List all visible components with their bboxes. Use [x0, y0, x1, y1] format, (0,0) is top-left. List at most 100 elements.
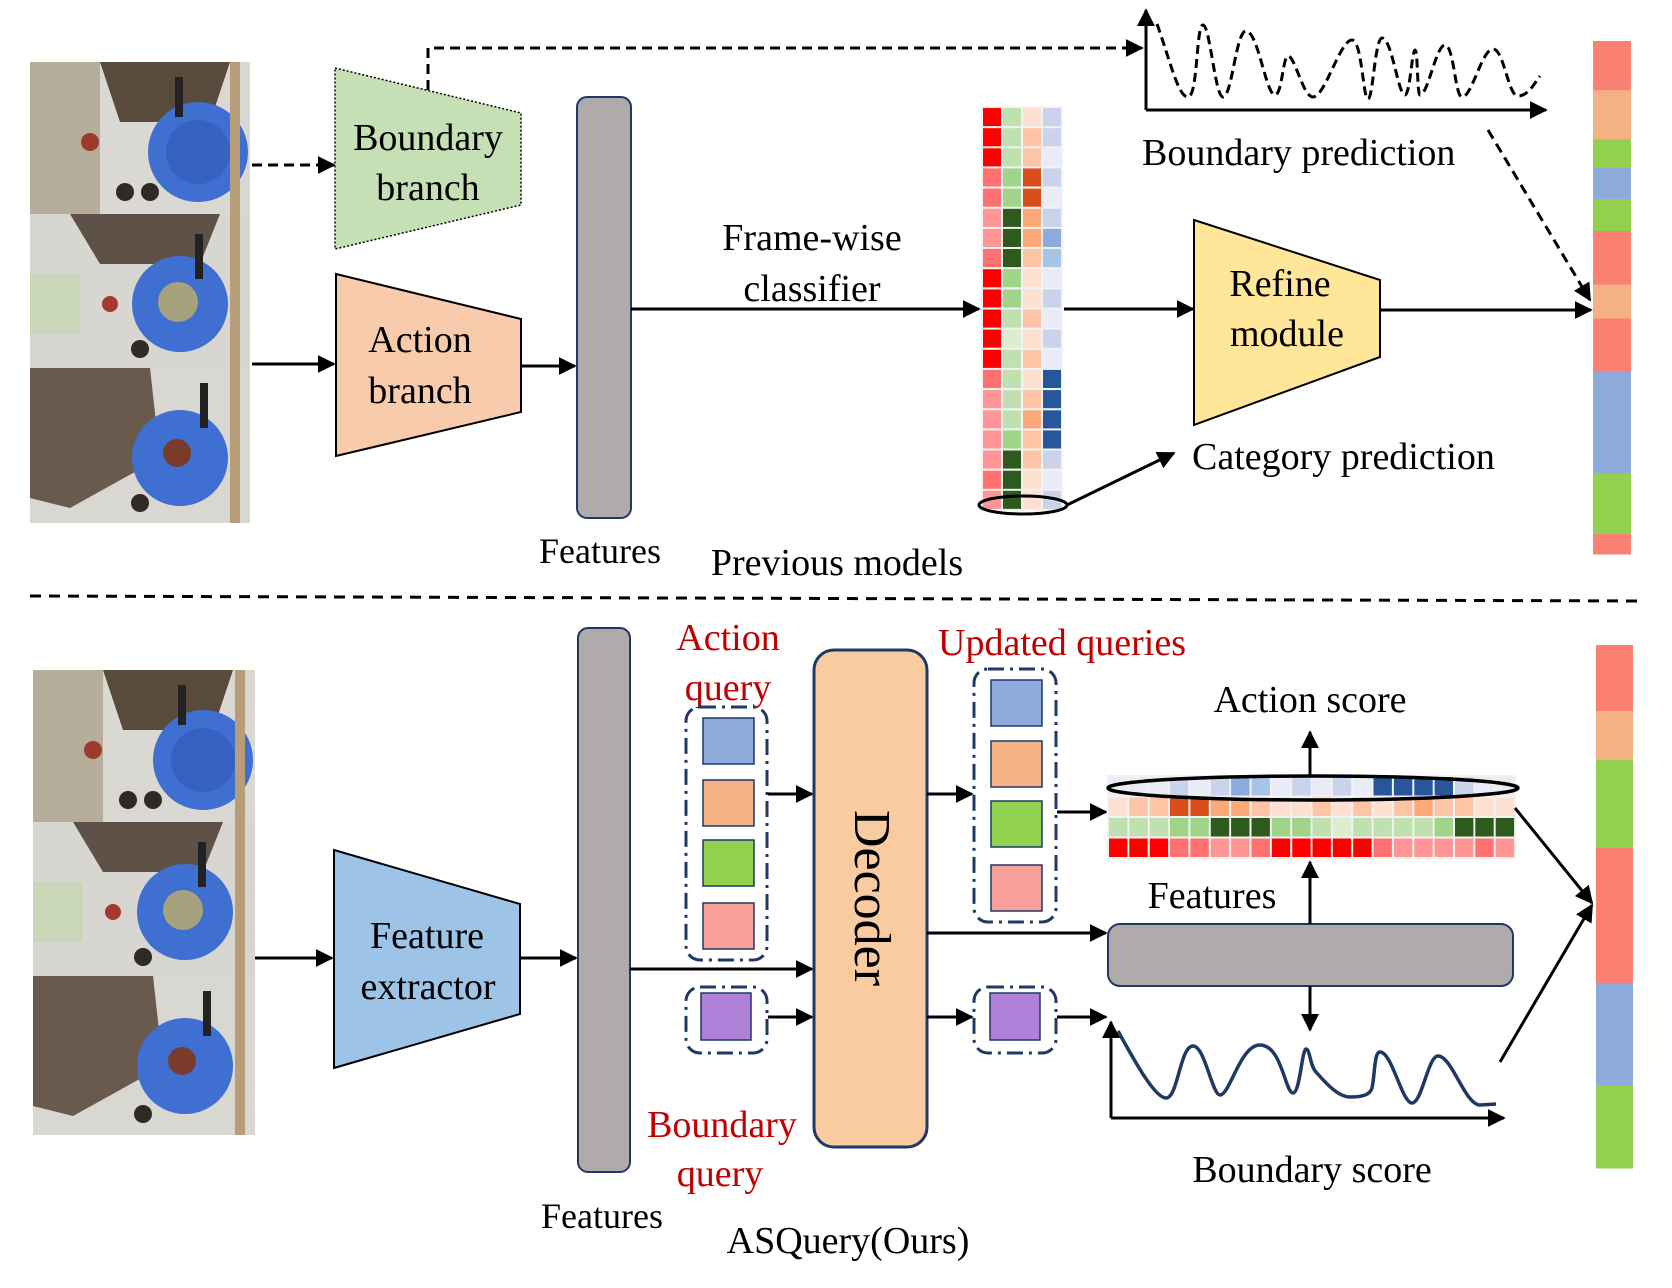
action-query-label-1: Action — [676, 617, 779, 659]
heatmap-cell — [1003, 309, 1021, 328]
heatmap-cell — [1023, 390, 1041, 409]
heatmap-cell — [1003, 490, 1021, 509]
heatmap-cell — [1003, 390, 1021, 409]
heatmap-cell — [1353, 838, 1372, 857]
heatmap-cell — [1003, 410, 1021, 429]
classifier-label-2: classifier — [743, 268, 881, 310]
heatmap-cell — [983, 228, 1001, 247]
heatmap-cell — [1023, 329, 1041, 348]
heatmap-cell — [1271, 777, 1291, 796]
segment-red — [1593, 231, 1631, 286]
segment-red — [1593, 534, 1631, 555]
heatmap-cell — [1455, 838, 1474, 857]
segmentation-result-bar-top — [1593, 41, 1631, 555]
heatmap-cell — [1023, 470, 1041, 489]
updated-query-square — [990, 679, 1043, 727]
features-bar-bottom — [577, 627, 631, 1173]
heatmap-cell — [1043, 410, 1061, 429]
feature-extractor-block — [333, 848, 521, 1070]
heatmap-cell — [1003, 228, 1021, 247]
heatmap-cell — [1109, 818, 1128, 837]
updated-query-square — [990, 864, 1043, 912]
action-query-square — [702, 839, 755, 887]
heatmap-cell — [983, 128, 1001, 147]
boundary-score-graph — [1102, 1020, 1506, 1127]
heatmap-cell — [1043, 309, 1061, 328]
heatmap-cell — [1043, 470, 1061, 489]
boundary-score-label: Boundary score — [1192, 1149, 1432, 1191]
heatmap-cell — [1170, 838, 1189, 857]
segment-green — [1593, 472, 1631, 535]
heatmap-cell — [1393, 838, 1413, 857]
heatmap-cell — [1393, 818, 1413, 837]
segment-red — [1596, 645, 1633, 712]
segment-red — [1593, 41, 1631, 91]
heatmap-cell — [1414, 838, 1433, 857]
refine-module-label-1: Refine — [1229, 263, 1330, 305]
action-branch-block — [335, 272, 522, 458]
heatmap-cell — [1414, 797, 1433, 816]
heatmap-cell — [1393, 777, 1413, 796]
asquery-diagram: Boundary branch Action branch Features F… — [29, 8, 1646, 1262]
heatmap-cell — [1149, 797, 1169, 816]
heatmap-cell — [983, 349, 1001, 368]
segment-blue — [1593, 371, 1631, 474]
heatmap-cell — [983, 269, 1001, 288]
heatmap-cell — [1023, 410, 1041, 429]
heatmap-cell — [983, 168, 1001, 187]
heatmap-cell — [1109, 838, 1128, 857]
updated-boundary-query-square — [989, 992, 1041, 1041]
segment-orange — [1596, 710, 1633, 761]
heatmap-cell — [1332, 777, 1352, 796]
heatmap-cell — [1149, 838, 1169, 857]
boundary-query-square — [700, 992, 752, 1041]
video-frame — [33, 976, 255, 1135]
heatmap-cell — [1003, 349, 1021, 368]
heatmap-cell — [1210, 838, 1230, 857]
features-label-right: Features — [1148, 875, 1277, 917]
heatmap-cell — [1023, 349, 1041, 368]
boundary-prediction-graph — [1137, 8, 1548, 119]
heatmap-cell — [1434, 818, 1453, 837]
heatmap-cell — [1373, 818, 1392, 837]
heatmap-cell — [1043, 369, 1061, 388]
section-divider — [29, 594, 1646, 603]
heatmap-cell — [1023, 450, 1041, 469]
heatmap-cell — [1271, 838, 1291, 857]
heatmap-cell — [1043, 349, 1061, 368]
heatmap-cell — [1023, 108, 1041, 127]
heatmap-cell — [1312, 838, 1331, 857]
heatmap-cell — [1231, 777, 1250, 796]
action-query-square — [702, 902, 755, 950]
heatmap-cell — [1190, 838, 1209, 857]
updated-queries-label: Updated queries — [938, 622, 1186, 664]
action-query-square — [702, 779, 755, 827]
category-prediction-arrow — [1066, 451, 1176, 507]
heatmap-cell — [983, 410, 1001, 429]
heatmap-cell — [1129, 797, 1148, 816]
heatmap-cell — [1043, 188, 1061, 207]
feature-extractor-label-1: Feature — [370, 915, 484, 957]
action-branch-label-1: Action — [368, 319, 471, 361]
heatmap-cell — [1023, 249, 1041, 268]
segment-green — [1593, 199, 1631, 232]
input-video-frames-bottom — [33, 670, 255, 1135]
heatmap-cell — [1003, 269, 1021, 288]
boundary-score-curve — [1116, 1030, 1497, 1107]
boundary-prediction-curve — [1155, 23, 1542, 101]
heatmap-cell — [1292, 777, 1311, 796]
heatmap-cell — [983, 108, 1001, 127]
boundary-prediction-label: Boundary prediction — [1142, 132, 1455, 174]
heatmap-cell — [1455, 797, 1474, 816]
heatmap-cell — [1003, 108, 1021, 127]
heatmap-cell — [983, 249, 1001, 268]
heatmap-cell — [1023, 289, 1041, 308]
action-score-to-result-arrow — [1513, 807, 1594, 905]
segment-green — [1596, 1085, 1633, 1169]
asquery-caption: ASQuery(Ours) — [727, 1220, 970, 1262]
heatmap-cell — [1003, 148, 1021, 167]
heatmap-cell — [983, 309, 1001, 328]
action-query-list — [702, 717, 755, 950]
heatmap-cell — [1023, 208, 1041, 227]
heatmap-cell — [1495, 797, 1515, 816]
